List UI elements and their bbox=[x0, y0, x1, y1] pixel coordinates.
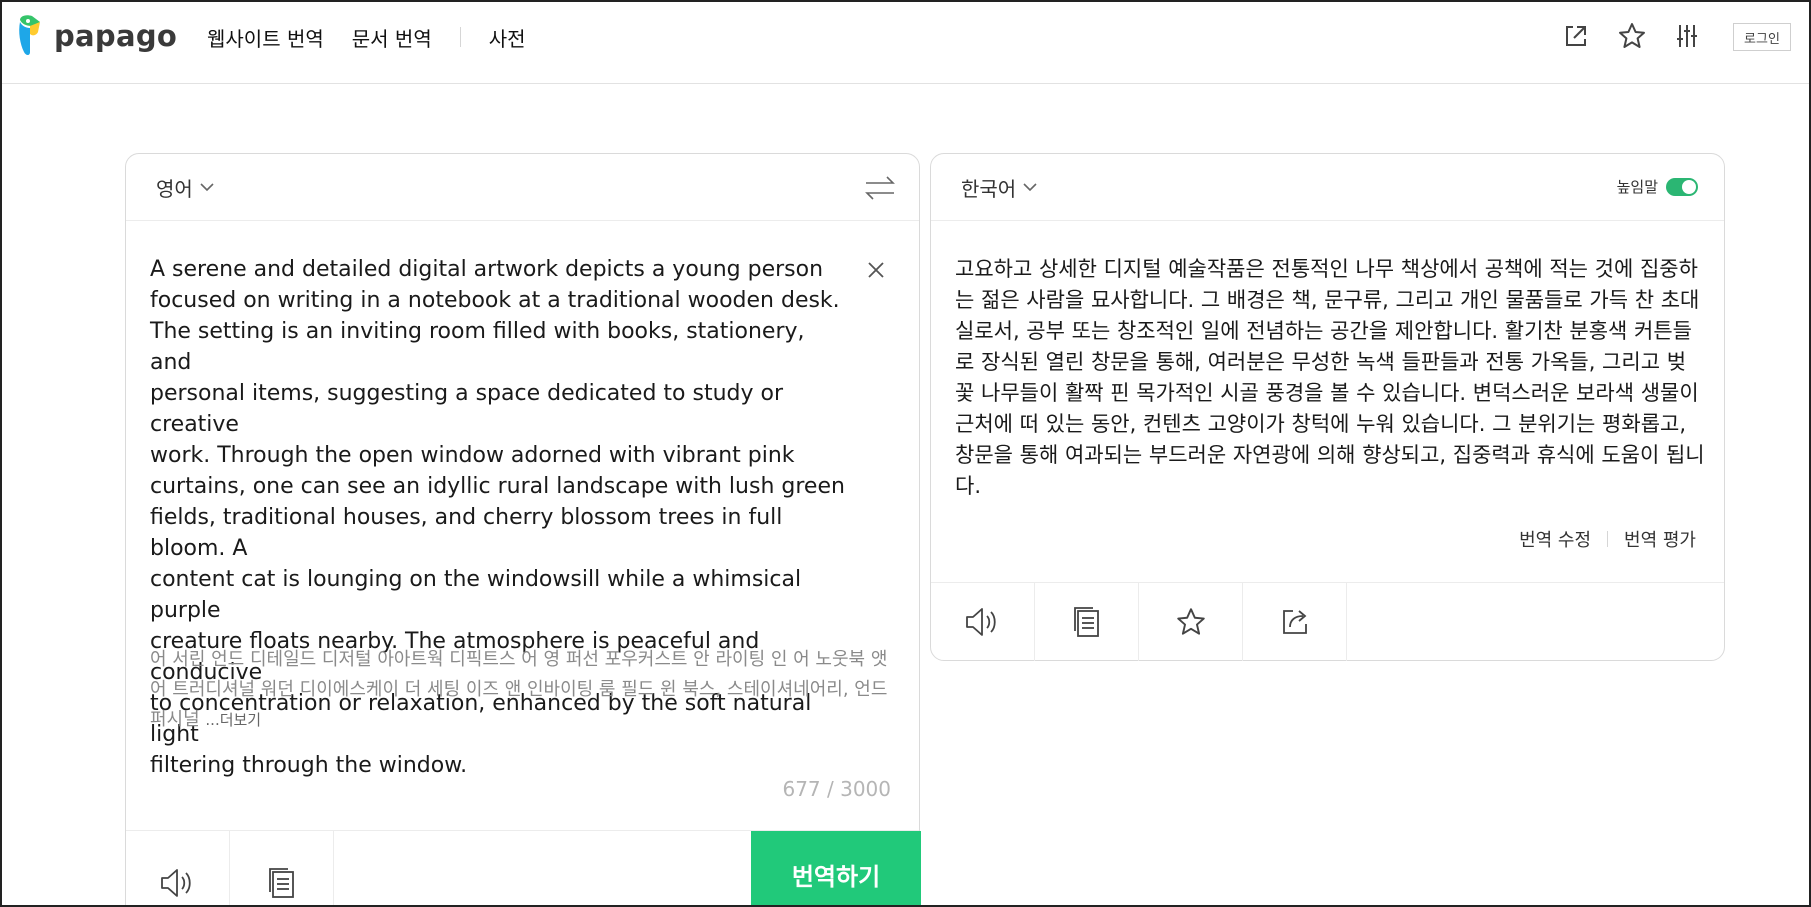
source-panel: 영어 A serene and detailed digital artwork… bbox=[125, 153, 921, 905]
papago-logo[interactable]: papago bbox=[14, 14, 177, 58]
target-footer bbox=[931, 582, 1724, 662]
target-panel: 한국어 높임말 고요하고 상세한 디지털 예술작품은 전통적인 나무 책상에서 … bbox=[930, 153, 1725, 661]
copy-icon[interactable] bbox=[1035, 583, 1139, 661]
logo-text: papago bbox=[54, 19, 178, 53]
share-icon[interactable] bbox=[1243, 583, 1347, 661]
open-in-new-icon[interactable] bbox=[1558, 18, 1594, 54]
copy-icon[interactable] bbox=[230, 831, 334, 905]
papago-bird-icon bbox=[19, 15, 40, 55]
star-icon[interactable] bbox=[1139, 583, 1243, 661]
swap-languages-icon[interactable] bbox=[863, 172, 897, 204]
translation-actions: 번역 수정 번역 평가 bbox=[1519, 526, 1696, 552]
source-panel-header: 영어 bbox=[126, 154, 919, 221]
source-language-label: 영어 bbox=[156, 176, 193, 201]
source-language-select[interactable]: 영어 bbox=[156, 172, 215, 202]
target-panel-header: 한국어 높임말 bbox=[931, 154, 1724, 221]
source-footer: 번역하기 bbox=[126, 830, 921, 905]
honorific-label: 높임말 bbox=[1616, 178, 1658, 196]
nav-website-translate[interactable]: 웹사이트 번역 bbox=[207, 23, 324, 52]
pronunciation-text: 어 서린 언드 디테일드 디저털 아아트웍 디픽트스 어 영 퍼선 포우커스트 … bbox=[150, 645, 892, 735]
star-icon[interactable] bbox=[1614, 18, 1650, 54]
login-button[interactable]: 로그인 bbox=[1733, 23, 1791, 51]
translated-text: 고요하고 상세한 디지털 예술작품은 전통적인 나무 책상에서 공책에 적는 것… bbox=[955, 257, 1705, 498]
close-icon[interactable] bbox=[864, 258, 888, 282]
chevron-down-icon bbox=[1023, 183, 1037, 192]
honorific-control: 높임말 bbox=[1617, 176, 1698, 197]
edit-translation-link[interactable]: 번역 수정 bbox=[1519, 526, 1591, 552]
nav-divider bbox=[459, 27, 461, 47]
app-window: papago 웹사이트 번역 문서 번역 사전 로그인 영어 A serene … bbox=[0, 0, 1811, 907]
speaker-icon[interactable] bbox=[931, 583, 1035, 661]
more-link[interactable]: ...더보기 bbox=[205, 711, 261, 729]
target-language-label: 한국어 bbox=[961, 176, 1017, 201]
target-language-select[interactable]: 한국어 bbox=[961, 172, 1038, 202]
nav-dictionary[interactable]: 사전 bbox=[489, 23, 526, 52]
settings-sliders-icon[interactable] bbox=[1669, 18, 1705, 54]
rate-translation-link[interactable]: 번역 평가 bbox=[1624, 526, 1696, 552]
translate-button[interactable]: 번역하기 bbox=[751, 831, 921, 905]
honorific-toggle[interactable] bbox=[1666, 177, 1698, 196]
character-count: 677 / 3000 bbox=[782, 777, 891, 801]
speaker-icon[interactable] bbox=[126, 831, 230, 905]
chevron-down-icon bbox=[200, 183, 214, 192]
nav-document-translate[interactable]: 문서 번역 bbox=[352, 23, 432, 52]
top-header: papago 웹사이트 번역 문서 번역 사전 로그인 bbox=[2, 2, 1809, 84]
links-divider bbox=[1607, 531, 1609, 547]
main-nav: 웹사이트 번역 문서 번역 사전 bbox=[207, 22, 526, 52]
